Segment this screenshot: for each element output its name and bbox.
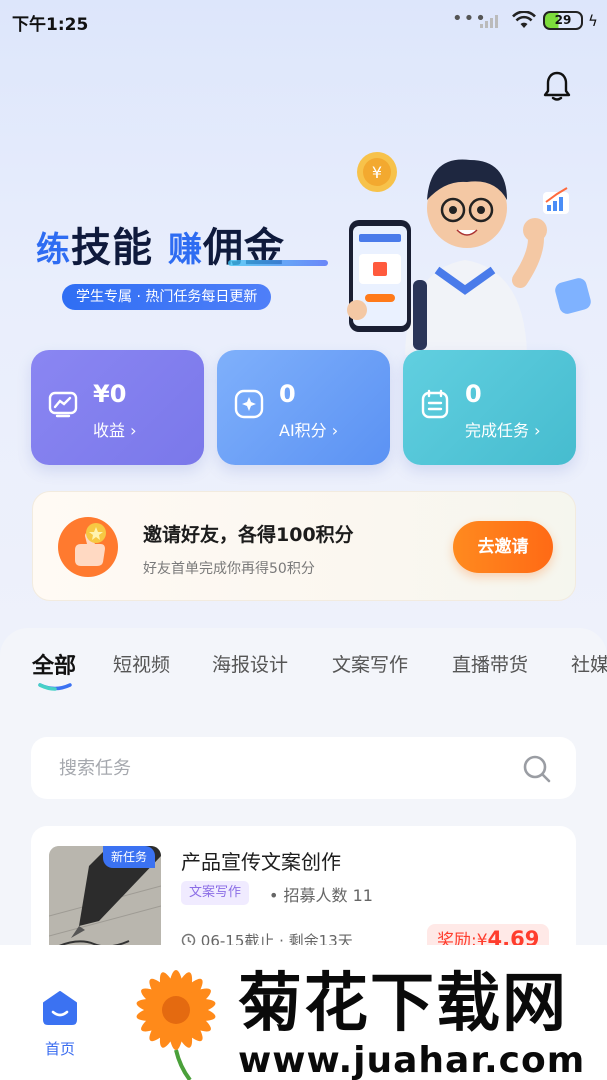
- search-icon[interactable]: [522, 754, 552, 784]
- signal-icon: [480, 15, 498, 28]
- earnings-card[interactable]: ¥0 收益 ›: [31, 350, 204, 465]
- status-bar: 下午1:25 ••• 29 ϟ: [0, 0, 607, 44]
- active-tab-indicator: [38, 683, 72, 691]
- completed-tasks-value: 0: [465, 380, 482, 408]
- notification-bell-icon[interactable]: [543, 70, 571, 102]
- task-list-icon: [421, 389, 449, 419]
- nav-home[interactable]: 首页: [40, 990, 80, 1060]
- nav-home-label: 首页: [44, 1040, 75, 1058]
- invite-title: 邀请好友，各得100积分: [143, 524, 354, 546]
- wifi-icon: [512, 11, 536, 28]
- category-tabs: 全部 短视频 海报设计 文案写作 直播带货 社媒: [0, 650, 607, 690]
- flower-logo: [136, 970, 216, 1080]
- earnings-label: 收益 ›: [93, 421, 137, 440]
- ai-points-label: AI积分 ›: [279, 421, 339, 440]
- chart-icon: [48, 391, 78, 418]
- invite-subtitle: 好友首单完成你再得50积分: [143, 561, 315, 577]
- ai-points-card[interactable]: 0 AI积分 ›: [217, 350, 390, 465]
- watermark-text: 菊花下载网: [238, 967, 568, 1041]
- battery-indicator: 29: [543, 11, 583, 30]
- ai-points-value: 0: [279, 380, 296, 408]
- charging-icon: ϟ: [588, 12, 598, 30]
- home-icon: [43, 991, 77, 1025]
- completed-tasks-label: 完成任务 ›: [465, 421, 541, 440]
- thumbs-up-coin-icon: [58, 517, 118, 577]
- earnings-value: ¥0: [93, 380, 127, 408]
- new-task-badge: 新任务: [103, 846, 156, 868]
- tab-social-media[interactable]: 社媒: [571, 650, 607, 677]
- task-title: 产品宣传文案创作: [181, 850, 341, 874]
- tab-live-selling[interactable]: 直播带货: [452, 650, 528, 677]
- tab-short-video[interactable]: 短视频: [113, 650, 170, 677]
- search-input[interactable]: [59, 753, 499, 783]
- task-category-tag: 文案写作: [181, 881, 250, 905]
- tab-copywriting[interactable]: 文案写作: [332, 650, 408, 677]
- hero-underline: [228, 260, 328, 266]
- status-time: 下午1:25: [12, 15, 89, 35]
- invite-banner[interactable]: 邀请好友，各得100积分 好友首单完成你再得50积分 去邀请: [32, 491, 576, 601]
- invite-button[interactable]: 去邀请: [453, 521, 553, 573]
- search-bar[interactable]: [31, 737, 576, 799]
- ai-points-icon: [234, 389, 264, 419]
- watermark-url: www.juahar.com: [238, 1040, 586, 1080]
- tab-poster-design[interactable]: 海报设计: [212, 650, 288, 677]
- student-illustration: ¥: [347, 152, 591, 355]
- tab-all[interactable]: 全部: [32, 650, 76, 680]
- task-recruit-count: • 招募人数 11: [269, 886, 373, 905]
- completed-tasks-card[interactable]: 0 完成任务 ›: [403, 350, 576, 465]
- hero-subtitle-pill: 学生专属 · 热门任务每日更新: [62, 284, 272, 310]
- svg-text:¥: ¥: [372, 163, 382, 182]
